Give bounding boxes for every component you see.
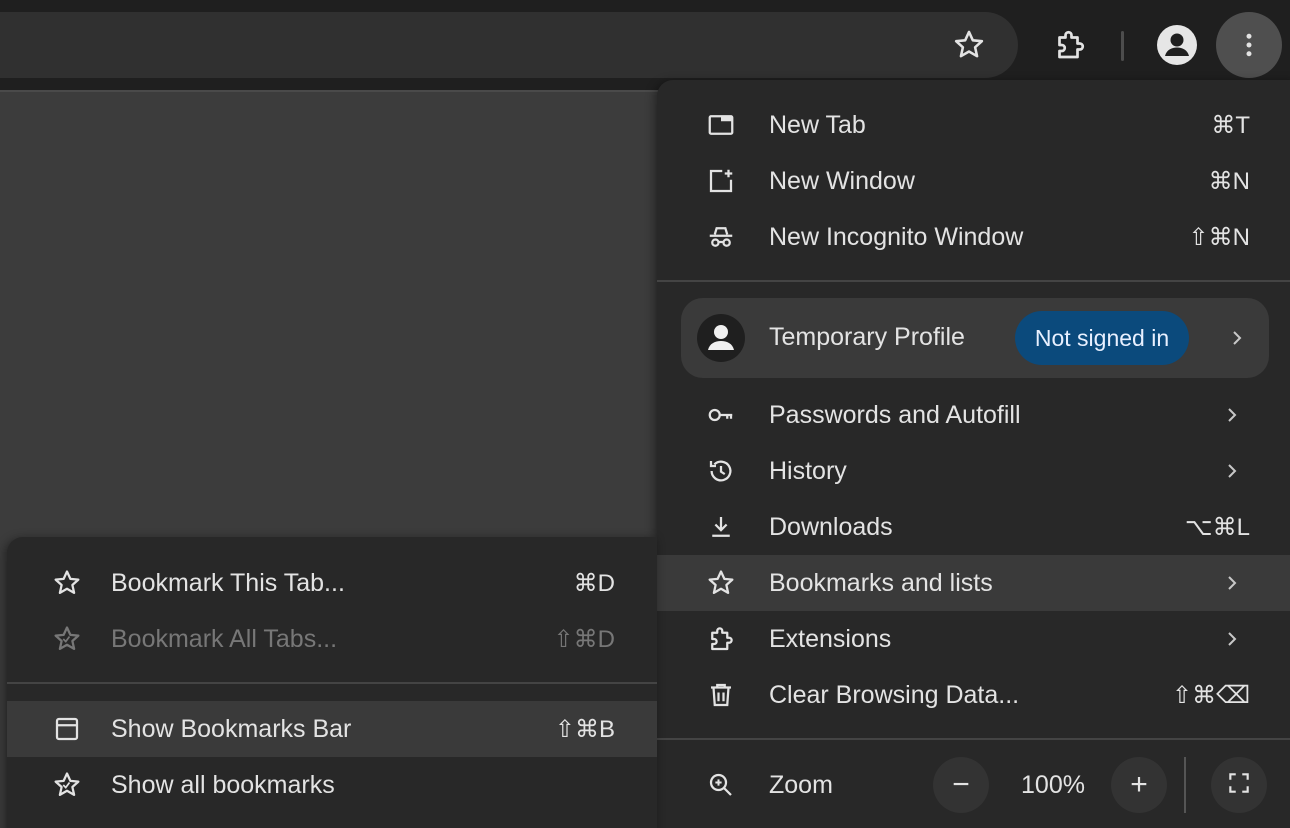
menu-separator [657,738,1290,740]
shortcut-label: ⇧⌘B [554,715,615,743]
menu-item-show-bookmarks-bar[interactable]: Show Bookmarks Bar ⇧⌘B [7,701,657,757]
new-tab-icon [705,109,737,141]
shortcut-label: ⌥⌘L [1184,513,1250,541]
zoom-divider [1184,757,1186,813]
menu-item-label: Bookmark This Tab... [111,568,345,597]
shortcut-label: ⇧⌘N [1188,223,1250,251]
menu-item-label: New Tab [769,110,866,139]
profile-button[interactable] [1144,12,1210,78]
key-icon [705,399,737,431]
menu-item-new-incognito[interactable]: New Incognito Window ⇧⌘N [657,209,1290,265]
zoom-level: 100% [1021,771,1085,799]
menu-item-passwords[interactable]: Passwords and Autofill [657,387,1290,443]
menu-separator [657,280,1290,282]
profile-name: Temporary Profile [769,323,965,351]
extensions-icon[interactable] [1037,12,1103,78]
menu-item-label: Passwords and Autofill [769,400,1021,429]
menu-item-history[interactable]: History [657,443,1290,499]
menu-item-bookmark-all-tabs[interactable]: Bookmark All Tabs... ⇧⌘D [7,611,657,667]
menu-item-label: Downloads [769,512,893,541]
bookmarks-bar-icon [51,713,83,745]
extensions-icon [705,623,737,655]
stars-icon [51,623,83,655]
shortcut-label: ⌘N [1208,167,1250,195]
chevron-right-icon [1222,405,1242,425]
bookmark-star-icon[interactable] [944,20,994,70]
zoom-in-button[interactable]: + [1111,757,1167,813]
menu-item-label: New Incognito Window [769,222,1024,251]
menu-item-extensions[interactable]: Extensions [657,611,1290,667]
menu-item-label: Bookmarks and lists [769,568,993,597]
chevron-right-icon [1227,328,1247,348]
shortcut-label: ⇧⌘D [553,625,615,653]
menu-item-label: Extensions [769,624,892,653]
menu-item-label: Bookmark All Tabs... [111,624,338,653]
new-window-icon [705,165,737,197]
menu-item-bookmark-this-tab[interactable]: Bookmark This Tab... ⌘D [7,555,657,611]
profile-icon [1157,25,1197,65]
minus-icon: − [952,768,970,801]
bookmarks-submenu: Bookmark This Tab... ⌘D Bookmark All Tab… [7,537,657,828]
more-vert-icon[interactable] [1216,12,1282,78]
trash-icon [705,679,737,711]
zoom-out-button[interactable]: − [933,757,989,813]
avatar [697,314,745,362]
menu-item-label: Show Bookmarks Bar [111,714,352,743]
status-badge: Not signed in [1015,311,1189,365]
chrome-main-menu: New Tab ⌘T New Window ⌘N New Incognito W… [657,80,1290,828]
menu-item-label: History [769,456,847,485]
menu-item-new-window[interactable]: New Window ⌘N [657,153,1290,209]
menu-item-label: Clear Browsing Data... [769,680,1020,709]
menu-item-bookmarks[interactable]: Bookmarks and lists [657,555,1290,611]
fullscreen-button[interactable] [1211,757,1267,813]
shortcut-label: ⌘T [1211,111,1250,139]
profile-card[interactable]: Temporary Profile Not signed in [681,298,1269,378]
browser-toolbar [0,0,1290,92]
address-bar[interactable] [0,12,1018,78]
fullscreen-icon [1226,770,1252,801]
incognito-icon [705,221,737,253]
shortcut-label: ⇧⌘⌫ [1171,681,1250,709]
menu-separator [7,682,657,684]
zoom-row: Zoom − 100% + [657,753,1290,817]
star-icon [705,567,737,599]
zoom-label: Zoom [769,771,833,799]
stars-icon [51,769,83,801]
menu-item-clear-data[interactable]: Clear Browsing Data... ⇧⌘⌫ [657,667,1290,723]
star-icon [51,567,83,599]
chevron-right-icon [1222,461,1242,481]
menu-item-downloads[interactable]: Downloads ⌥⌘L [657,499,1290,555]
zoom-icon [705,769,737,801]
toolbar-divider [1121,31,1124,61]
plus-icon: + [1130,768,1148,801]
menu-item-show-all-bookmarks[interactable]: Show all bookmarks [7,757,657,813]
menu-item-label: Show all bookmarks [111,770,335,799]
chevron-right-icon [1222,629,1242,649]
menu-item-label: New Window [769,166,915,195]
menu-item-new-tab[interactable]: New Tab ⌘T [657,97,1290,153]
history-icon [705,455,737,487]
download-icon [705,511,737,543]
chevron-right-icon [1222,573,1242,593]
shortcut-label: ⌘D [573,569,615,597]
